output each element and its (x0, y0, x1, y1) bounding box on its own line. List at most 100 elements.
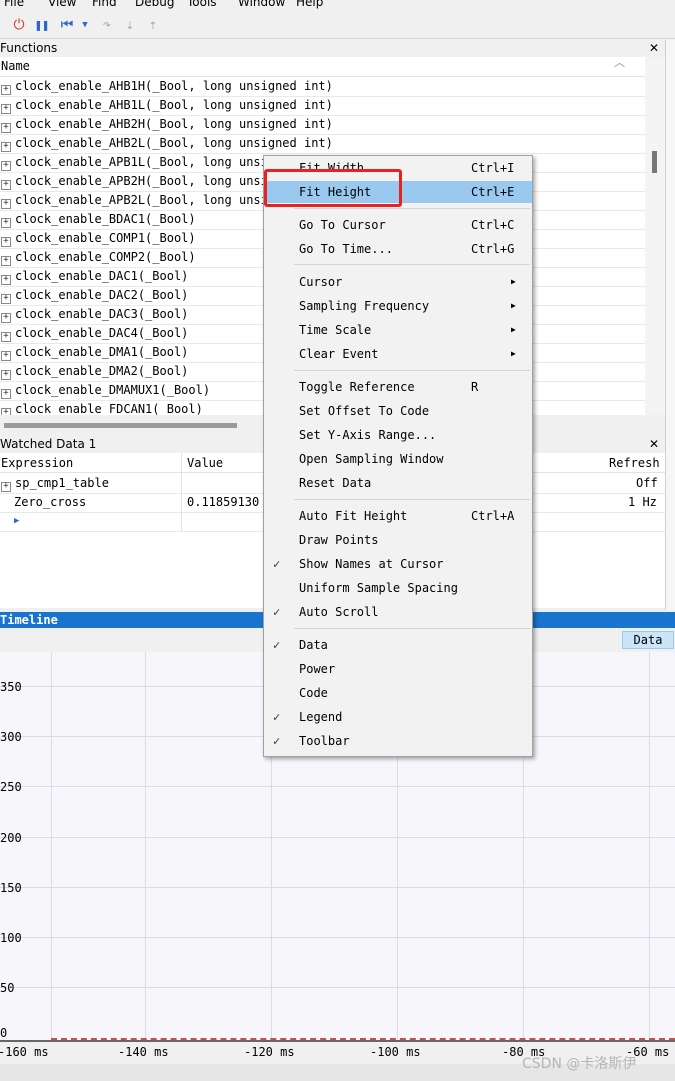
list-item[interactable]: + clock_enable_AHB2H(_Bool, long unsigned… (0, 115, 645, 135)
scrollbar-thumb[interactable] (652, 151, 657, 173)
grid-line (0, 987, 675, 988)
menu-separator (294, 264, 530, 265)
menu-item-toolbar[interactable]: ✓ Toolbar (264, 730, 532, 752)
expand-icon[interactable]: + (1, 408, 11, 415)
step-out-icon[interactable]: ⇡ (144, 16, 162, 34)
menu-item-uniform-sample-spacing[interactable]: Uniform Sample Spacing (264, 577, 532, 599)
expand-icon[interactable]: + (1, 370, 11, 380)
function-name: clock_enable_COMP2(_Bool) (15, 250, 196, 264)
functions-vertical-scrollbar[interactable] (645, 57, 665, 415)
menu-item-legend[interactable]: ✓ Legend (264, 706, 532, 728)
watermark: CSDN @卡洛斯伊 (522, 1056, 637, 1072)
y-tick-label: 150 (0, 881, 22, 895)
expand-icon[interactable]: + (1, 218, 11, 228)
checkmark-icon: ✓ (273, 734, 281, 748)
column-value[interactable]: Value (187, 454, 223, 473)
expand-icon[interactable]: + (1, 85, 11, 95)
close-icon[interactable]: ✕ (649, 436, 659, 452)
list-item[interactable]: + clock_enable_AHB1H(_Bool, long unsigned… (0, 77, 645, 97)
function-name: clock_enable_COMP1(_Bool) (15, 231, 196, 245)
step-over-icon[interactable]: ↷ (98, 16, 116, 34)
toolbar: ⏻ ❚❚ ⏮ ▼ ↷ ⇣ ⇡ (0, 12, 675, 39)
column-name-label: Name (1, 59, 30, 73)
refresh-cell[interactable]: Off (636, 474, 658, 493)
expand-icon[interactable]: + (1, 482, 11, 492)
y-tick-label: 200 (0, 831, 22, 845)
menu-item-go-to-time[interactable]: Go To Time... Ctrl+G (264, 238, 532, 260)
expand-icon[interactable]: + (1, 256, 11, 266)
menu-separator (294, 499, 530, 500)
expand-icon[interactable]: + (1, 389, 11, 399)
function-name: clock_enable_DMAMUX1(_Bool) (15, 383, 211, 397)
menu-item-show-names-at-cursor[interactable]: ✓ Show Names at Cursor (264, 553, 532, 575)
expand-icon[interactable]: + (1, 275, 11, 285)
refresh-cell[interactable]: 1 Hz (628, 493, 657, 512)
y-tick-label: 300 (0, 730, 22, 744)
x-tick-label: -100 ms (370, 1045, 421, 1059)
expand-icon[interactable]: + (1, 161, 11, 171)
column-expression[interactable]: Expression (1, 454, 73, 473)
close-icon[interactable]: ✕ (649, 40, 659, 56)
data-toggle-button[interactable]: Data (622, 631, 674, 649)
menu-item-cursor[interactable]: Cursor ▶ (264, 271, 532, 293)
grid-line (0, 887, 675, 888)
expand-icon[interactable]: + (1, 237, 11, 247)
power-icon[interactable]: ⏻ (10, 16, 28, 34)
list-item[interactable]: + clock_enable_AHB2L(_Bool, long unsigned… (0, 134, 645, 154)
menu-item-draw-points[interactable]: Draw Points (264, 529, 532, 551)
menu-debug[interactable]: Debug (135, 0, 174, 9)
chevron-down-icon[interactable]: ▼ (76, 16, 94, 34)
function-name: clock_enable_AHB1L(_Bool, long unsigned … (15, 98, 333, 112)
function-name: clock_enable_AHB1H(_Bool, long unsigned … (15, 79, 333, 93)
list-item[interactable]: + clock_enable_AHB1L(_Bool, long unsigned… (0, 96, 645, 116)
x-tick-label: -120 ms (244, 1045, 295, 1059)
y-tick-label: 50 (0, 981, 15, 995)
step-into-icon[interactable]: ⇣ (121, 16, 139, 34)
function-name: clock_enable_DAC1(_Bool) (15, 269, 189, 283)
menu-item-reset-data[interactable]: Reset Data (264, 472, 532, 494)
expand-icon[interactable]: + (1, 142, 11, 152)
timeline-title: Timeline (0, 613, 58, 627)
expand-icon[interactable]: + (1, 199, 11, 209)
grid-line (649, 652, 650, 1042)
expand-icon[interactable]: + (1, 180, 11, 190)
column-refresh[interactable]: Refresh (609, 454, 660, 473)
watched-panel-title: Watched Data 1 (0, 437, 97, 451)
expand-icon[interactable]: + (1, 123, 11, 133)
menu-item-sampling-frequency[interactable]: Sampling Frequency ▶ (264, 295, 532, 317)
functions-column-header[interactable]: Name ︿ (0, 57, 645, 77)
menu-item-time-scale[interactable]: Time Scale ▶ (264, 319, 532, 341)
expand-icon[interactable]: + (1, 351, 11, 361)
add-expression-icon[interactable]: ▶ (14, 512, 19, 531)
function-name: clock_enable_DMA2(_Bool) (15, 364, 189, 378)
menu-help[interactable]: Help (296, 0, 323, 9)
menu-item-auto-scroll[interactable]: ✓ Auto Scroll (264, 601, 532, 623)
hscrollbar-thumb[interactable] (4, 423, 237, 428)
menu-tools[interactable]: Tools (187, 0, 217, 9)
expand-icon[interactable]: + (1, 104, 11, 114)
menu-item-open-sampling-window[interactable]: Open Sampling Window (264, 448, 532, 470)
menu-item-set-offset-to-code[interactable]: Set Offset To Code (264, 400, 532, 422)
menu-item-toggle-reference[interactable]: Toggle Reference R (264, 376, 532, 398)
function-name: clock_enable_AHB2H(_Bool, long unsigned … (15, 117, 333, 131)
menu-item-code[interactable]: Code (264, 682, 532, 704)
menu-view[interactable]: View (48, 0, 76, 9)
reset-icon[interactable]: ⏮ (58, 16, 76, 34)
expand-icon[interactable]: + (1, 332, 11, 342)
menu-window[interactable]: Window (238, 0, 285, 9)
menu-item-auto-fit-height[interactable]: Auto Fit Height Ctrl+A (264, 505, 532, 527)
menu-item-power[interactable]: Power (264, 658, 532, 680)
menu-item-go-to-cursor[interactable]: Go To Cursor Ctrl+C (264, 214, 532, 236)
menu-file[interactable]: File (4, 0, 24, 9)
y-tick-label: 0 (0, 1026, 8, 1040)
menu-find[interactable]: Find (92, 0, 117, 9)
menu-separator (294, 370, 530, 371)
menu-item-clear-event[interactable]: Clear Event ▶ (264, 343, 532, 365)
value-cell: 0.11859130 (187, 495, 260, 509)
menu-item-data[interactable]: ✓ Data (264, 634, 532, 656)
expand-icon[interactable]: + (1, 294, 11, 304)
expand-icon[interactable]: + (1, 313, 11, 323)
y-tick-label: 250 (0, 780, 22, 794)
pause-icon[interactable]: ❚❚ (33, 16, 51, 34)
menu-item-set-y-axis-range[interactable]: Set Y-Axis Range... (264, 424, 532, 446)
